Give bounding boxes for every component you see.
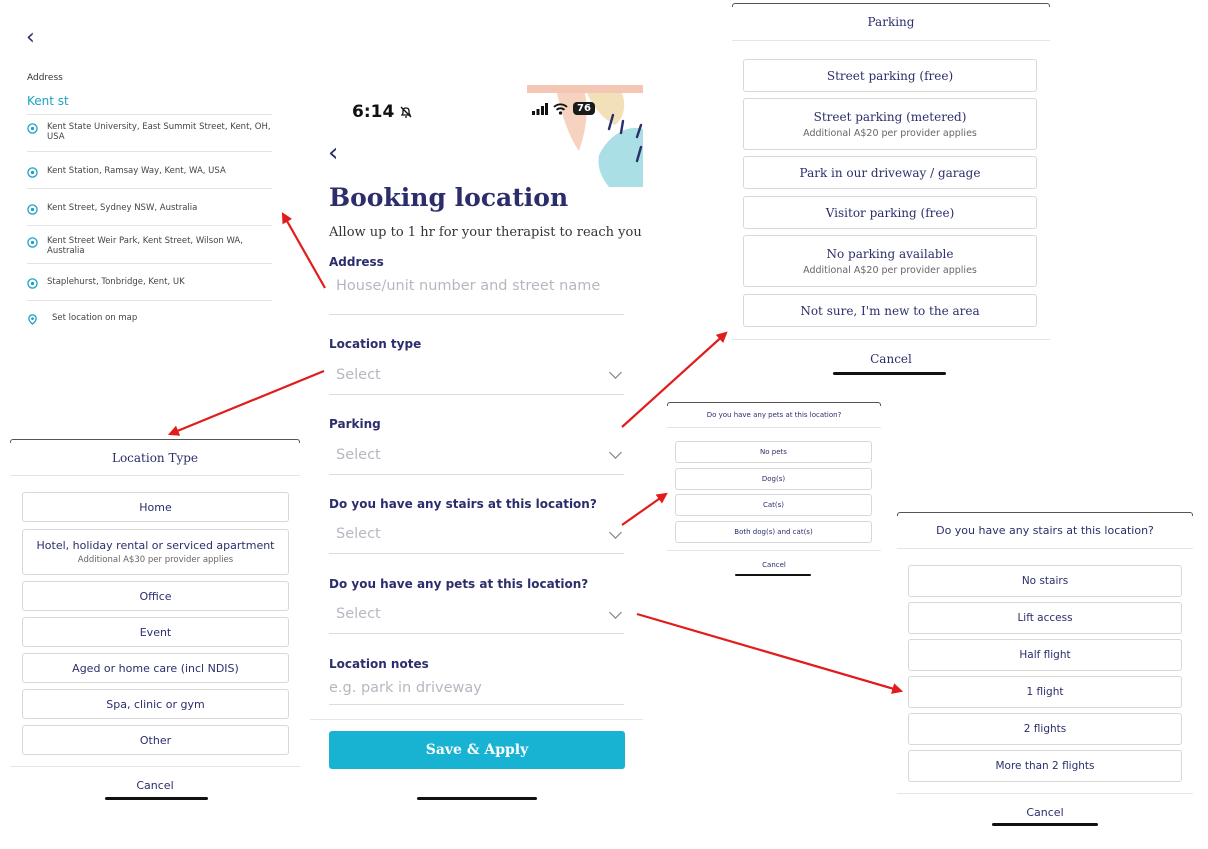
arrow-stairs-to-pets — [621, 492, 668, 526]
arrow-pets-to-stairs — [636, 612, 904, 694]
arrow-address-to-suggestions — [281, 212, 326, 289]
annotation-arrows — [167, 212, 904, 694]
arrow-parking-to-sheet — [621, 331, 728, 428]
arrow-location-type-to-sheet — [167, 369, 325, 436]
